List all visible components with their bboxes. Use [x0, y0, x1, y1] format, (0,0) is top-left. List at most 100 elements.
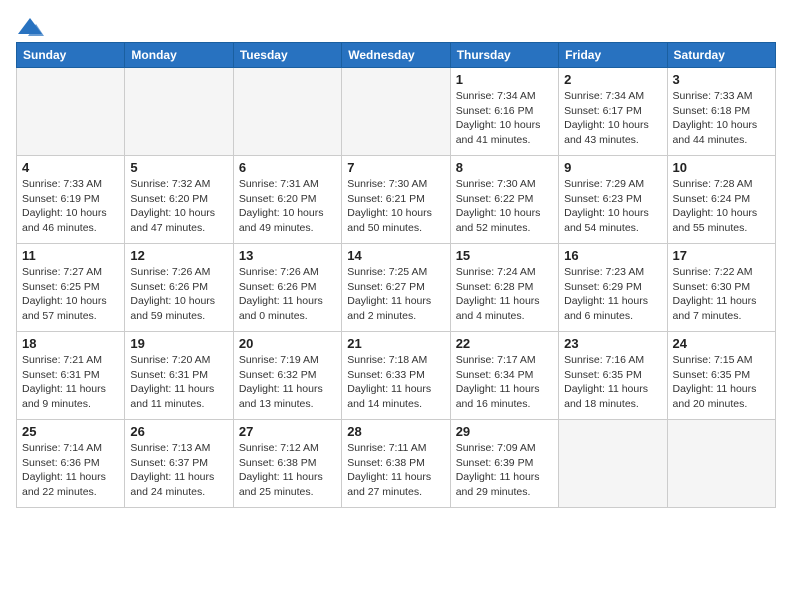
day-cell: 29Sunrise: 7:09 AMSunset: 6:39 PMDayligh… — [450, 420, 558, 508]
day-cell: 6 Sunrise: 7:31 AMSunset: 6:20 PMDaylight… — [233, 156, 341, 244]
day-info: Sunrise: 7:29 AMSunset: 6:23 PMDaylight:… — [564, 177, 661, 236]
day-number: 4 — [22, 160, 119, 175]
day-number: 22 — [456, 336, 553, 351]
day-cell: 17 Sunrise: 7:22 AMSunset: 6:30 PMDayligh… — [667, 244, 775, 332]
day-info: Sunrise: 7:30 AMSunset: 6:22 PMDaylight:… — [456, 177, 553, 236]
day-info: Sunrise: 7:17 AMSunset: 6:34 PMDaylight:… — [456, 353, 553, 412]
day-info: Sunrise: 7:34 AMSunset: 6:17 PMDaylight:… — [564, 89, 661, 148]
day-info: Sunrise: 7:22 AMSunset: 6:30 PMDaylight:… — [673, 265, 770, 324]
day-cell — [125, 68, 233, 156]
day-info: Sunrise: 7:33 AMSunset: 6:19 PMDaylight:… — [22, 177, 119, 236]
day-number: 19 — [130, 336, 227, 351]
day-number: 2 — [564, 72, 661, 87]
day-cell: 16 Sunrise: 7:23 AMSunset: 6:29 PMDayligh… — [559, 244, 667, 332]
day-cell — [17, 68, 125, 156]
day-info: Sunrise: 7:26 AMSunset: 6:26 PMDaylight:… — [130, 265, 227, 324]
day-cell: 15 Sunrise: 7:24 AMSunset: 6:28 PMDayligh… — [450, 244, 558, 332]
day-cell: 27 Sunrise: 7:12 AMSunset: 6:38 PMDayligh… — [233, 420, 341, 508]
day-info: Sunrise: 7:11 AMSunset: 6:38 PMDaylight:… — [347, 441, 444, 500]
day-cell: 18Sunrise: 7:21 AMSunset: 6:31 PMDayligh… — [17, 332, 125, 420]
day-number: 18 — [22, 336, 119, 351]
day-number: 26 — [130, 424, 227, 439]
day-cell — [667, 420, 775, 508]
day-info: Sunrise: 7:14 AMSunset: 6:36 PMDaylight:… — [22, 441, 119, 500]
day-cell: 5 Sunrise: 7:32 AMSunset: 6:20 PMDaylight… — [125, 156, 233, 244]
day-cell: 24 Sunrise: 7:15 AMSunset: 6:35 PMDayligh… — [667, 332, 775, 420]
day-cell: 26 Sunrise: 7:13 AMSunset: 6:37 PMDayligh… — [125, 420, 233, 508]
day-number: 7 — [347, 160, 444, 175]
day-cell: 10 Sunrise: 7:28 AMSunset: 6:24 PMDayligh… — [667, 156, 775, 244]
day-info: Sunrise: 7:16 AMSunset: 6:35 PMDaylight:… — [564, 353, 661, 412]
day-cell — [559, 420, 667, 508]
day-cell: 2 Sunrise: 7:34 AMSunset: 6:17 PMDaylight… — [559, 68, 667, 156]
day-info: Sunrise: 7:28 AMSunset: 6:24 PMDaylight:… — [673, 177, 770, 236]
day-number: 12 — [130, 248, 227, 263]
day-cell: 13 Sunrise: 7:26 AMSunset: 6:26 PMDayligh… — [233, 244, 341, 332]
day-cell: 22 Sunrise: 7:17 AMSunset: 6:34 PMDayligh… — [450, 332, 558, 420]
day-number: 10 — [673, 160, 770, 175]
column-header-friday: Friday — [559, 43, 667, 68]
day-number: 17 — [673, 248, 770, 263]
day-info: Sunrise: 7:19 AMSunset: 6:32 PMDaylight:… — [239, 353, 336, 412]
day-cell: 12 Sunrise: 7:26 AMSunset: 6:26 PMDayligh… — [125, 244, 233, 332]
column-header-thursday: Thursday — [450, 43, 558, 68]
week-row-4: 18Sunrise: 7:21 AMSunset: 6:31 PMDayligh… — [17, 332, 776, 420]
day-number: 1 — [456, 72, 553, 87]
day-cell: 20 Sunrise: 7:19 AMSunset: 6:32 PMDayligh… — [233, 332, 341, 420]
logo-icon — [16, 16, 44, 38]
calendar-table: SundayMondayTuesdayWednesdayThursdayFrid… — [16, 42, 776, 508]
day-info: Sunrise: 7:34 AMSunset: 6:16 PMDaylight:… — [456, 89, 553, 148]
column-header-tuesday: Tuesday — [233, 43, 341, 68]
day-number: 25 — [22, 424, 119, 439]
column-header-saturday: Saturday — [667, 43, 775, 68]
day-number: 24 — [673, 336, 770, 351]
day-cell: 8 Sunrise: 7:30 AMSunset: 6:22 PMDaylight… — [450, 156, 558, 244]
day-cell — [233, 68, 341, 156]
day-cell: 3Sunrise: 7:33 AMSunset: 6:18 PMDaylight… — [667, 68, 775, 156]
day-info: Sunrise: 7:31 AMSunset: 6:20 PMDaylight:… — [239, 177, 336, 236]
day-cell: 7Sunrise: 7:30 AMSunset: 6:21 PMDaylight… — [342, 156, 450, 244]
day-number: 23 — [564, 336, 661, 351]
week-row-2: 4 Sunrise: 7:33 AMSunset: 6:19 PMDaylight… — [17, 156, 776, 244]
day-number: 14 — [347, 248, 444, 263]
column-header-monday: Monday — [125, 43, 233, 68]
day-info: Sunrise: 7:15 AMSunset: 6:35 PMDaylight:… — [673, 353, 770, 412]
day-info: Sunrise: 7:13 AMSunset: 6:37 PMDaylight:… — [130, 441, 227, 500]
day-info: Sunrise: 7:32 AMSunset: 6:20 PMDaylight:… — [130, 177, 227, 236]
column-header-wednesday: Wednesday — [342, 43, 450, 68]
day-number: 5 — [130, 160, 227, 175]
day-number: 8 — [456, 160, 553, 175]
day-number: 29 — [456, 424, 553, 439]
day-cell: 28Sunrise: 7:11 AMSunset: 6:38 PMDayligh… — [342, 420, 450, 508]
day-info: Sunrise: 7:23 AMSunset: 6:29 PMDaylight:… — [564, 265, 661, 324]
column-header-sunday: Sunday — [17, 43, 125, 68]
page-header — [16, 16, 776, 38]
day-cell: 25 Sunrise: 7:14 AMSunset: 6:36 PMDayligh… — [17, 420, 125, 508]
day-info: Sunrise: 7:27 AMSunset: 6:25 PMDaylight:… — [22, 265, 119, 324]
day-cell: 14 Sunrise: 7:25 AMSunset: 6:27 PMDayligh… — [342, 244, 450, 332]
day-info: Sunrise: 7:20 AMSunset: 6:31 PMDaylight:… — [130, 353, 227, 412]
day-number: 9 — [564, 160, 661, 175]
week-row-5: 25 Sunrise: 7:14 AMSunset: 6:36 PMDayligh… — [17, 420, 776, 508]
day-info: Sunrise: 7:26 AMSunset: 6:26 PMDaylight:… — [239, 265, 336, 324]
day-number: 15 — [456, 248, 553, 263]
logo — [16, 16, 48, 38]
day-cell: 19 Sunrise: 7:20 AMSunset: 6:31 PMDayligh… — [125, 332, 233, 420]
day-cell — [342, 68, 450, 156]
day-info: Sunrise: 7:12 AMSunset: 6:38 PMDaylight:… — [239, 441, 336, 500]
day-number: 20 — [239, 336, 336, 351]
day-cell: 11 Sunrise: 7:27 AMSunset: 6:25 PMDayligh… — [17, 244, 125, 332]
day-cell: 4 Sunrise: 7:33 AMSunset: 6:19 PMDaylight… — [17, 156, 125, 244]
day-number: 13 — [239, 248, 336, 263]
day-cell: 1 Sunrise: 7:34 AMSunset: 6:16 PMDaylight… — [450, 68, 558, 156]
day-number: 16 — [564, 248, 661, 263]
day-cell: 23 Sunrise: 7:16 AMSunset: 6:35 PMDayligh… — [559, 332, 667, 420]
day-cell: 9 Sunrise: 7:29 AMSunset: 6:23 PMDaylight… — [559, 156, 667, 244]
day-number: 6 — [239, 160, 336, 175]
day-number: 11 — [22, 248, 119, 263]
day-info: Sunrise: 7:25 AMSunset: 6:27 PMDaylight:… — [347, 265, 444, 324]
week-row-1: 1 Sunrise: 7:34 AMSunset: 6:16 PMDaylight… — [17, 68, 776, 156]
day-number: 27 — [239, 424, 336, 439]
day-info: Sunrise: 7:24 AMSunset: 6:28 PMDaylight:… — [456, 265, 553, 324]
day-number: 3 — [673, 72, 770, 87]
